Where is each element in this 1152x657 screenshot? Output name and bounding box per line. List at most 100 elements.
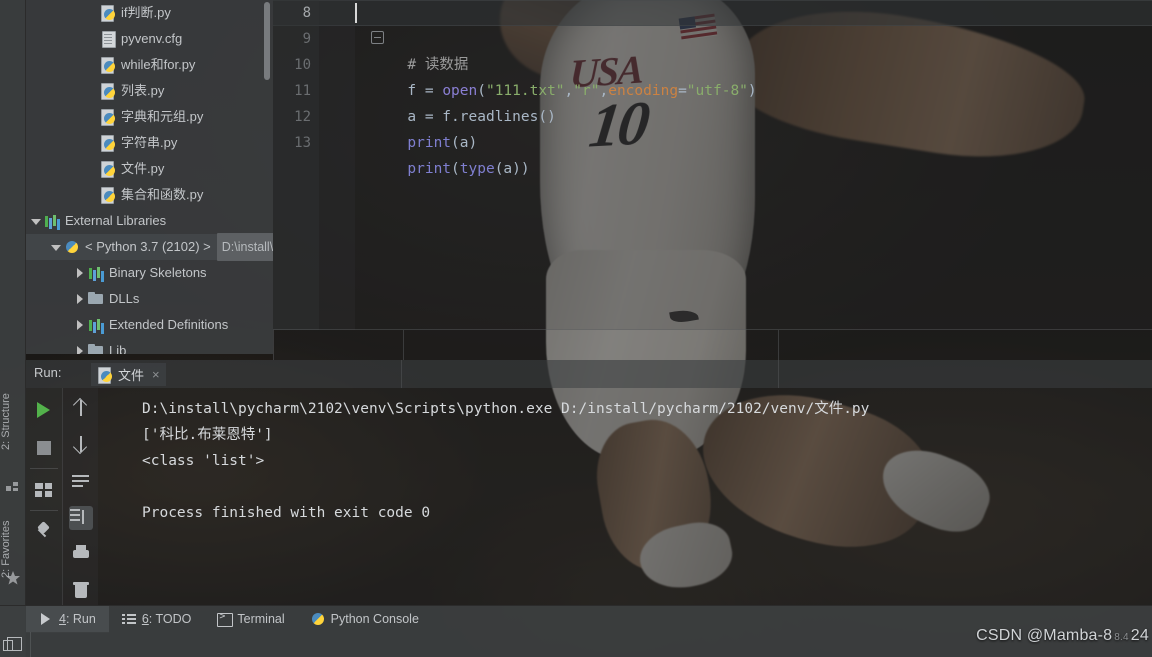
stop-button[interactable] [34,438,54,458]
tool-button-python-console[interactable]: Python Console [298,606,432,633]
code-line: f = open("111.txt","r",encoding="utf-8") [355,52,1152,99]
python-file-icon [100,135,116,152]
trash-icon[interactable] [71,580,91,600]
close-icon[interactable]: × [152,367,160,382]
python-file-icon [100,161,116,178]
toolbar-divider [30,510,58,511]
tree-item-lib[interactable]: Lib [26,338,273,354]
chevron-down-icon[interactable] [50,241,62,253]
code-function: print [407,161,452,177]
watermark-text: CSDN @Mamba-8 [976,627,1113,644]
header-separator [778,360,779,388]
tree-item-label: while和for.py [121,57,196,72]
tree-item-label: External Libraries [65,213,167,228]
line-number: 12 [294,109,311,125]
line-number: 10 [294,57,311,73]
tree-item-label: DLLs [109,291,140,306]
sidebar-item-structure[interactable]: 2: Structure [0,372,26,472]
editor-gutter[interactable]: 8 9 10 11 12 13 [273,0,319,330]
arrow-up-icon[interactable] [71,398,91,418]
python-console-icon [311,612,325,626]
folder-icon [88,343,104,354]
tree-item-file[interactable]: 列表.py [26,78,273,104]
bottom-bar-spacer [0,606,26,633]
run-toolbar-secondary[interactable] [62,388,98,605]
code-token: ( [451,161,460,177]
tree-item-extended-definitions[interactable]: Extended Definitions [26,312,273,338]
tree-item-file[interactable]: 文件.py [26,156,273,182]
tree-item-file[interactable]: pyvenv.cfg [26,26,273,52]
pin-tab-button[interactable] [34,522,54,542]
tool-button-run[interactable]: 4: Run [26,605,109,633]
tree-item-binary-skeletons[interactable]: Binary Skeletons [26,260,273,286]
structure-label: 2: Structure [0,393,12,451]
run-label: Run: [34,365,62,380]
scroll-to-end-icon[interactable] [69,506,93,530]
code-token: , [599,83,609,99]
editor-fold-column[interactable] [319,0,384,330]
printer-icon[interactable] [71,544,91,564]
code-string: "r" [573,83,600,99]
python-file-icon [100,5,116,22]
structure-icon [5,478,21,494]
layout-button[interactable] [34,480,54,500]
chevron-right-icon[interactable] [74,293,86,305]
python-file-icon [100,109,116,126]
code-editor[interactable]: 8 9 10 11 12 13 # 读数据 f = open("111.txt"… [273,0,1152,330]
run-toolbar-primary[interactable] [26,388,62,605]
code-token: (a) [451,135,478,151]
library-icon [88,317,104,333]
tree-item-label: pyvenv.cfg [121,31,183,46]
code-token: (a)) [494,161,530,177]
watermark-suffix: 24 [1130,627,1149,644]
toolbar-divider [30,468,58,469]
tool-button-shortcut: 4 [59,612,66,626]
run-console-output[interactable]: D:\install\pycharm\2102\venv\Scripts\pyt… [98,388,1152,605]
watermark-tiny: 8.4 [1114,632,1129,643]
chevron-down-icon[interactable] [30,215,42,227]
tool-button-label: Terminal [237,612,285,626]
run-tool-window[interactable]: Run: 文件 × D:\install\pycharm\2102\venv\S… [26,360,1152,605]
tree-item-label: 字典和元组.py [121,109,204,124]
line-number: 13 [294,135,311,151]
console-line: D:\install\pycharm\2102\venv\Scripts\pyt… [142,401,870,417]
tree-item-file[interactable]: 集合和函数.py [26,182,273,208]
editor-code-area[interactable]: # 读数据 f = open("111.txt","r",encoding="u… [355,0,1152,177]
chevron-right-icon[interactable] [74,267,86,279]
tree-item-dlls[interactable]: DLLs [26,286,273,312]
soft-wrap-icon[interactable] [71,472,91,492]
tool-button-todo[interactable]: 6: TODO [109,606,205,633]
arrow-down-icon[interactable] [71,434,91,454]
code-function: open [442,83,478,99]
line-number: 8 [302,5,311,21]
tool-button-label: Python Console [330,612,419,626]
tree-item-label: < Python 3.7 (2102) > [85,239,211,254]
tool-button-shortcut: 6 [141,612,149,626]
code-keyword-arg: encoding [608,83,679,99]
config-file-icon [100,31,116,48]
python-interpreter-icon [64,239,80,255]
chevron-right-icon[interactable] [74,319,86,331]
rerun-button[interactable] [34,400,54,420]
tree-item-file[interactable]: if判断.py [26,0,273,26]
tree-item-label: 集合和函数.py [121,187,204,202]
tree-item-external-libraries[interactable]: External Libraries [26,208,273,234]
code-token: a = f.readlines() [407,109,556,125]
line-number: 9 [302,31,311,47]
python-file-icon [97,366,113,384]
tree-item-file[interactable]: 字典和元组.py [26,104,273,130]
tree-item-file[interactable]: 字符串.py [26,130,273,156]
tree-item-file[interactable]: while和for.py [26,52,273,78]
left-tool-strip: 2: Structure 2: Favorites [0,0,26,657]
tree-item-label: Binary Skeletons [109,265,207,280]
project-tool-window[interactable]: if判断.py pyvenv.cfg while和for.py 列表.py 字典… [26,0,273,354]
band-separator [273,330,274,360]
tree-item-interpreter[interactable]: < Python 3.7 (2102) > D:\install\pycharm… [26,233,273,261]
toggle-toolwindow-icon[interactable] [3,637,22,651]
run-tab-file[interactable]: 文件 × [91,363,166,386]
tree-item-label: Extended Definitions [109,317,229,332]
chevron-right-icon[interactable] [74,345,86,354]
tool-button-terminal[interactable]: Terminal [204,606,297,633]
band-separator [778,330,779,360]
